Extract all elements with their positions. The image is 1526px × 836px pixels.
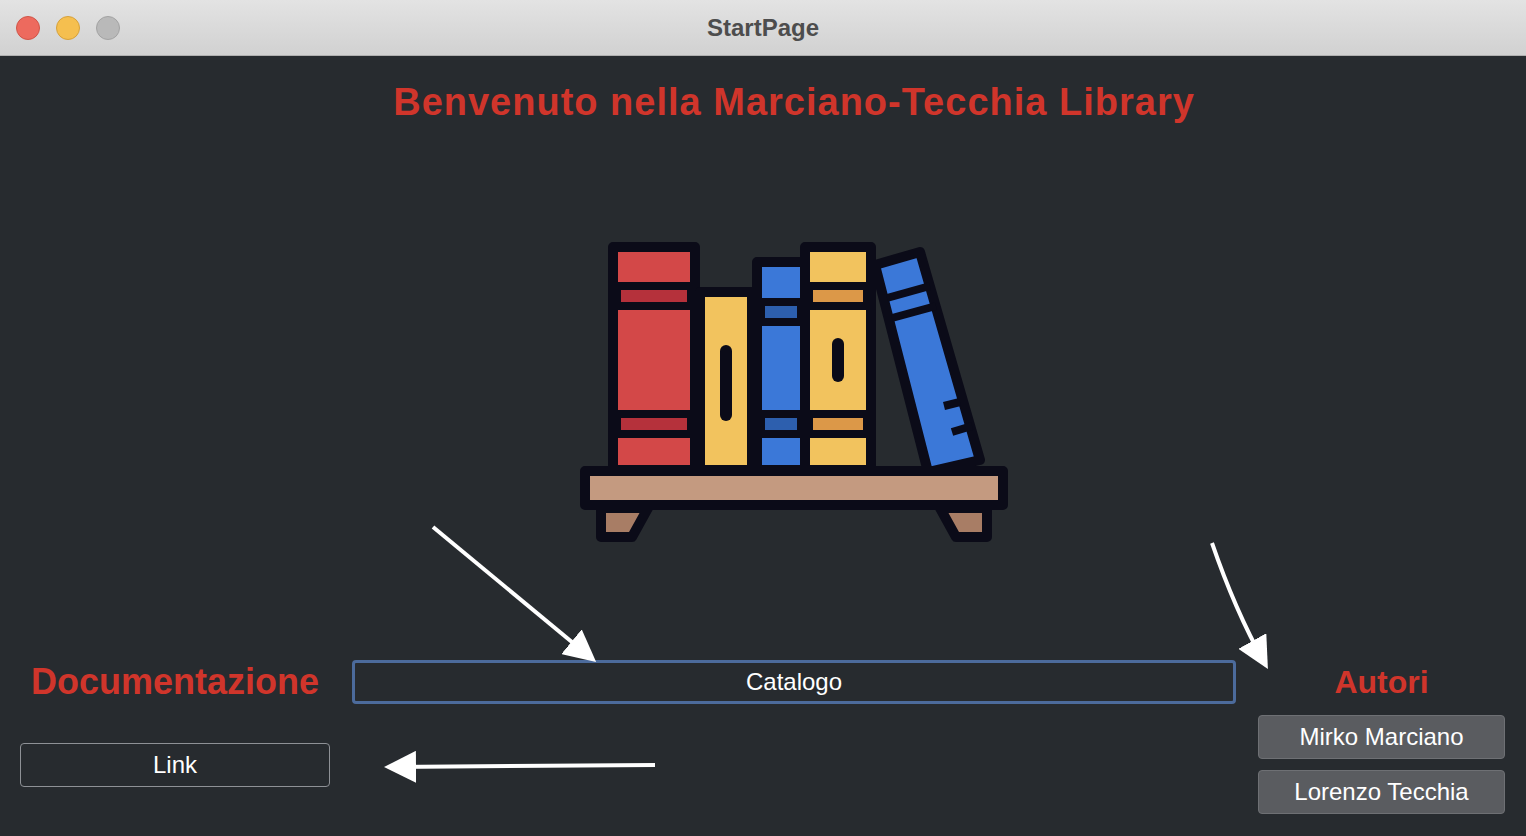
- link-button[interactable]: Link: [20, 743, 330, 787]
- zoom-icon: [96, 16, 120, 40]
- window-title: StartPage: [0, 14, 1526, 42]
- arrow-icon: [433, 527, 590, 657]
- catalog-section: Catalogo: [352, 660, 1236, 704]
- author-button[interactable]: Lorenzo Tecchia: [1258, 770, 1505, 814]
- documentation-label: Documentazione: [20, 660, 330, 704]
- window-controls: [0, 16, 120, 40]
- annotation-arrows: [0, 0, 1526, 836]
- content: Benvenuto nella Marciano-Tecchia Library…: [0, 56, 1526, 836]
- catalog-button[interactable]: Catalogo: [352, 660, 1236, 704]
- bookshelf-icon: [580, 240, 1008, 542]
- author-button[interactable]: Mirko Marciano: [1258, 715, 1505, 759]
- start-page-window: StartPage Benvenuto nella Marciano-Tecchi…: [0, 0, 1526, 836]
- documentation-section: Documentazione Link: [20, 660, 330, 787]
- minimize-icon[interactable]: [56, 16, 80, 40]
- arrow-icon: [392, 765, 655, 767]
- title-bar: StartPage: [0, 0, 1526, 56]
- close-icon[interactable]: [16, 16, 40, 40]
- arrow-icon: [1212, 543, 1264, 662]
- bottom-row: Documentazione Link Catalogo Autori Mirko Ma…: [20, 660, 1505, 814]
- authors-section: Autori Mirko Marciano Lorenzo Tecchia: [1258, 660, 1505, 814]
- art-area: [352, 240, 1236, 542]
- welcome-heading: Benvenuto nella Marciano-Tecchia Library: [352, 78, 1236, 126]
- authors-label: Autori: [1258, 660, 1505, 704]
